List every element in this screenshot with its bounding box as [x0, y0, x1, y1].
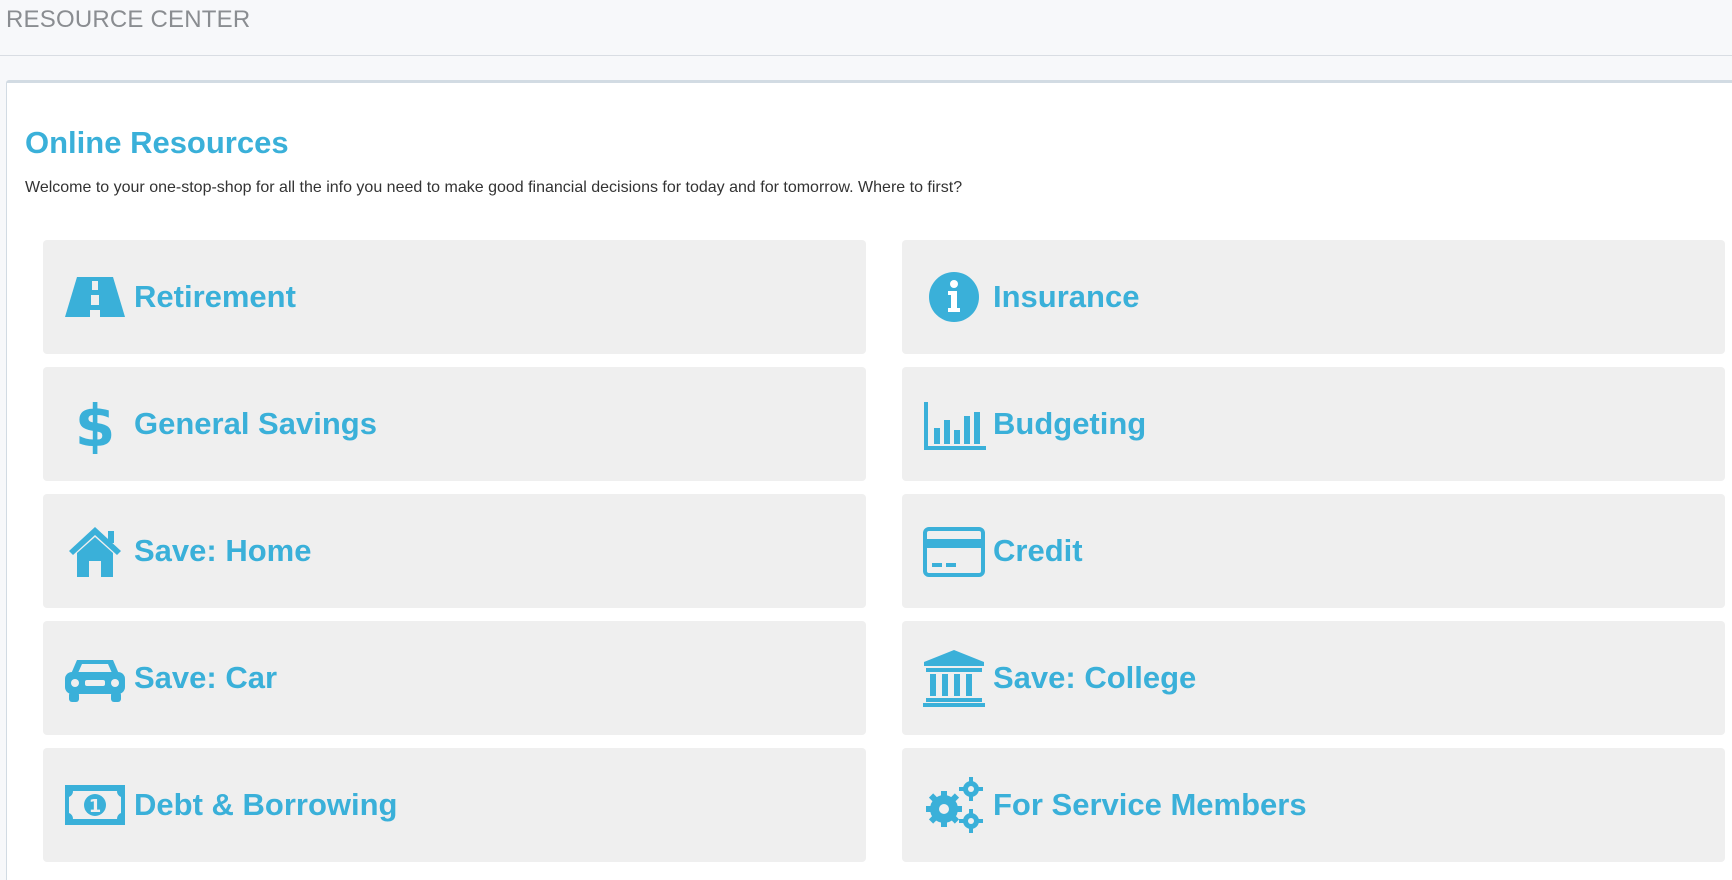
card-save-home[interactable]: Save: Home [43, 494, 866, 608]
card-label: Save: College [993, 660, 1197, 695]
money-icon: 1 [63, 775, 127, 835]
top-bar: RESOURCE CENTER [0, 0, 1732, 56]
card-save-car[interactable]: Save: Car [43, 621, 866, 735]
svg-text:1: 1 [89, 796, 102, 817]
card-label: Budgeting [993, 406, 1147, 441]
dollar-icon: $ [63, 394, 127, 454]
bar-chart-icon [922, 394, 986, 454]
svg-text:$: $ [75, 394, 115, 454]
card-label: Save: Car [134, 660, 278, 695]
card-label: Debt & Borrowing [134, 787, 398, 822]
card-credit[interactable]: Credit [902, 494, 1725, 608]
road-icon [63, 267, 127, 327]
resources-panel: Online Resources Welcome to your one-sto… [6, 80, 1732, 880]
page-title: Online Resources [25, 125, 289, 160]
intro-text: Welcome to your one-stop-shop for all th… [25, 179, 963, 196]
credit-card-icon [922, 521, 986, 581]
card-label: For Service Members [993, 787, 1307, 822]
card-insurance[interactable]: Insurance [902, 240, 1725, 354]
card-service-members[interactable]: For Service Members [902, 748, 1725, 862]
card-label: General Savings [134, 406, 377, 441]
card-retirement[interactable]: Retirement [43, 240, 866, 354]
card-general-savings[interactable]: $ General Savings [43, 367, 866, 481]
home-icon [63, 521, 127, 581]
card-debt-borrowing[interactable]: 1 Debt & Borrowing [43, 748, 866, 862]
card-label: Save: Home [134, 533, 312, 568]
page-header-title: RESOURCE CENTER [6, 6, 251, 33]
card-label: Credit [993, 533, 1083, 568]
card-budgeting[interactable]: Budgeting [902, 367, 1725, 481]
info-circle-icon [922, 267, 986, 327]
gears-icon [922, 775, 986, 835]
car-icon [63, 648, 127, 708]
institution-icon [922, 648, 986, 708]
card-save-college[interactable]: Save: College [902, 621, 1725, 735]
card-label: Insurance [993, 279, 1140, 314]
card-label: Retirement [134, 279, 296, 314]
